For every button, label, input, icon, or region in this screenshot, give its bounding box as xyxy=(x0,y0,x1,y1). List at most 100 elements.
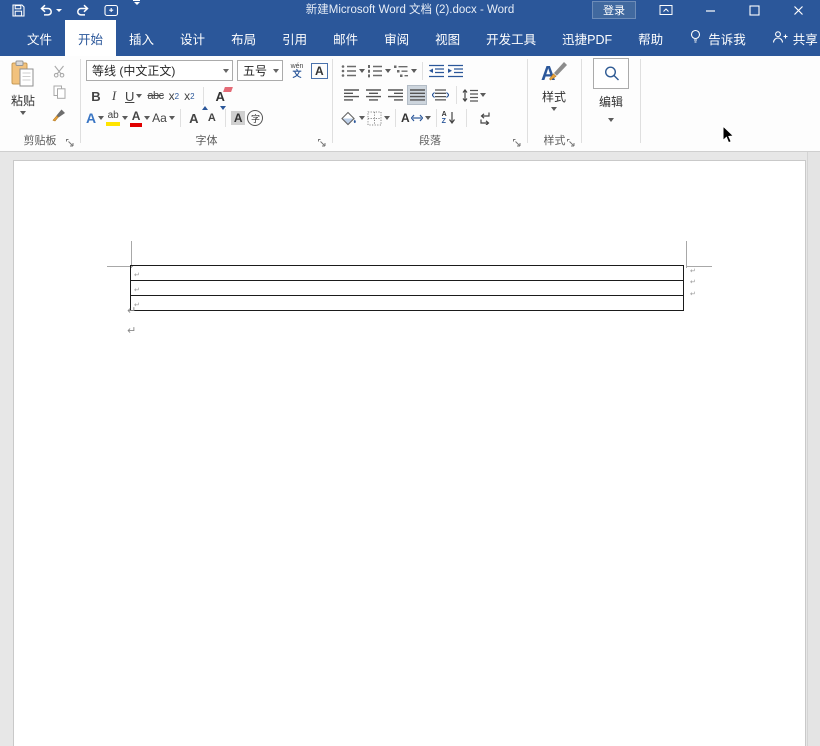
paste-button[interactable]: 粘贴 xyxy=(5,60,41,132)
table-cell[interactable]: ↵ xyxy=(131,296,684,311)
increase-indent-button[interactable] xyxy=(447,61,464,81)
document-page[interactable]: ↵ ↵ ↵ ↵ ↵ ↵ ↵ ↵ xyxy=(13,160,806,746)
font-color-red-bar xyxy=(130,123,142,127)
lightbulb-icon xyxy=(689,29,702,47)
group-editing: 编辑 xyxy=(582,56,640,151)
character-shading-button[interactable]: A xyxy=(231,108,246,128)
tell-me-label: 告诉我 xyxy=(708,29,746,48)
font-dialog-launcher-icon[interactable] xyxy=(317,137,327,147)
italic-button[interactable]: I xyxy=(108,86,120,106)
numbering-button[interactable] xyxy=(367,61,391,81)
table-cell[interactable]: ↵ xyxy=(131,266,684,281)
find-search-box[interactable] xyxy=(593,58,629,89)
line-spacing-button[interactable] xyxy=(462,85,486,105)
multilevel-list-button[interactable] xyxy=(393,61,417,81)
align-center-button[interactable] xyxy=(363,85,383,105)
highlight-color-button[interactable]: ab xyxy=(106,108,128,128)
paragraph-group-label: 段落 xyxy=(333,132,527,148)
group-styles: ​ A 样式 样式 xyxy=(528,56,581,151)
paragraph-mark: ↵ xyxy=(127,324,136,337)
share-button[interactable]: 共享 xyxy=(759,20,820,56)
editing-button[interactable]: 编辑 xyxy=(591,58,631,138)
strikethrough-button[interactable]: abc xyxy=(147,86,163,106)
bold-button[interactable]: B xyxy=(89,86,103,106)
font-size-dropdown-icon[interactable] xyxy=(273,69,279,73)
tab-review[interactable]: 审阅 xyxy=(371,20,422,56)
decrease-indent-button[interactable] xyxy=(428,61,445,81)
tab-mailings[interactable]: 邮件 xyxy=(320,20,371,56)
text-effects-button[interactable]: A xyxy=(86,108,104,128)
font-color-button[interactable]: A xyxy=(130,108,150,128)
tab-design[interactable]: 设计 xyxy=(167,20,218,56)
tell-me-box[interactable]: 告诉我 xyxy=(676,20,759,56)
copy-icon[interactable] xyxy=(48,84,70,100)
editing-dropdown-icon[interactable] xyxy=(608,118,614,122)
underline-dropdown-icon[interactable] xyxy=(136,94,142,98)
tab-developer[interactable]: 开发工具 xyxy=(473,20,549,56)
borders-button[interactable] xyxy=(367,108,390,128)
window-title: 新建Microsoft Word 文档 (2).docx - Word xyxy=(306,0,515,20)
align-right-button[interactable] xyxy=(385,85,405,105)
clipboard-dialog-launcher-icon[interactable] xyxy=(65,137,75,147)
paste-dropdown-icon[interactable] xyxy=(20,111,26,115)
table-row: ↵ xyxy=(131,266,684,281)
group-font: 等线 (中文正文) 五号 wén 文 A B I U xyxy=(81,56,332,151)
tab-references[interactable]: 引用 xyxy=(269,20,320,56)
change-case-button[interactable]: Aa xyxy=(152,108,175,128)
cut-icon[interactable] xyxy=(48,63,70,79)
redo-icon[interactable] xyxy=(76,0,90,20)
ribbon-home: 粘贴 剪贴板 等线 (中文正文) xyxy=(0,56,820,152)
character-border-button[interactable]: A xyxy=(311,61,328,81)
styles-button[interactable]: ​ A 样式 xyxy=(534,60,574,132)
styles-dropdown-icon[interactable] xyxy=(551,107,557,111)
tab-view[interactable]: 视图 xyxy=(422,20,473,56)
table-cell[interactable]: ↵ xyxy=(131,281,684,296)
document-table[interactable]: ↵ ↵ ↵ xyxy=(130,265,684,311)
superscript-button[interactable]: x2 xyxy=(184,86,194,106)
font-name-dropdown-icon[interactable] xyxy=(223,69,229,73)
align-left-button[interactable] xyxy=(341,85,361,105)
shrink-font-button[interactable]: A xyxy=(204,108,220,128)
tab-help[interactable]: 帮助 xyxy=(625,20,676,56)
styles-dialog-launcher-icon[interactable] xyxy=(566,137,576,147)
font-name-select[interactable]: 等线 (中文正文) xyxy=(86,60,233,81)
vertical-scrollbar[interactable] xyxy=(807,152,820,746)
group-paragraph: A A Z 段落 xyxy=(333,56,527,151)
touch-mouse-mode-icon[interactable] xyxy=(104,0,119,20)
group-clipboard: 粘贴 剪贴板 xyxy=(0,56,80,151)
underline-button[interactable]: U xyxy=(125,86,142,106)
customize-quick-access-icon[interactable] xyxy=(133,0,140,20)
justify-button[interactable] xyxy=(407,85,427,105)
title-bar: 新建Microsoft Word 文档 (2).docx - Word 登录 xyxy=(0,0,820,20)
undo-dropdown-icon[interactable] xyxy=(56,9,62,12)
subscript-button[interactable]: x2 xyxy=(169,86,179,106)
enclose-character-button[interactable]: 字 xyxy=(247,108,263,128)
tab-home[interactable]: 开始 xyxy=(65,20,116,56)
mouse-cursor xyxy=(722,125,735,147)
clear-formatting-button[interactable]: A xyxy=(216,86,225,106)
close-icon[interactable] xyxy=(776,0,820,20)
tab-layout[interactable]: 布局 xyxy=(218,20,269,56)
asian-layout-button[interactable]: A xyxy=(401,108,431,128)
tab-file[interactable]: 文件 xyxy=(14,20,65,56)
minimize-icon[interactable] xyxy=(688,0,732,20)
end-of-cell-mark: ↵ xyxy=(134,287,140,294)
bullets-button[interactable] xyxy=(341,61,365,81)
paragraph-dialog-launcher-icon[interactable] xyxy=(512,137,522,147)
ribbon-display-options-icon[interactable] xyxy=(644,0,688,20)
font-size-select[interactable]: 五号 xyxy=(237,60,283,81)
grow-font-button[interactable]: A xyxy=(186,108,202,128)
undo-icon[interactable] xyxy=(39,0,62,20)
margin-mark-top-right-v xyxy=(686,241,687,268)
shading-button[interactable] xyxy=(340,108,365,128)
save-icon[interactable] xyxy=(12,0,25,20)
tab-pdf[interactable]: 迅捷PDF xyxy=(549,20,625,56)
phonetic-guide-button[interactable]: wén 文 xyxy=(287,61,307,81)
format-painter-icon[interactable] xyxy=(48,106,70,124)
distribute-button[interactable] xyxy=(429,85,451,105)
sign-in-button[interactable]: 登录 xyxy=(592,1,636,19)
sort-button[interactable]: A Z xyxy=(442,108,456,128)
maximize-icon[interactable] xyxy=(732,0,776,20)
tab-insert[interactable]: 插入 xyxy=(116,20,167,56)
show-hide-marks-button[interactable] xyxy=(478,108,492,128)
